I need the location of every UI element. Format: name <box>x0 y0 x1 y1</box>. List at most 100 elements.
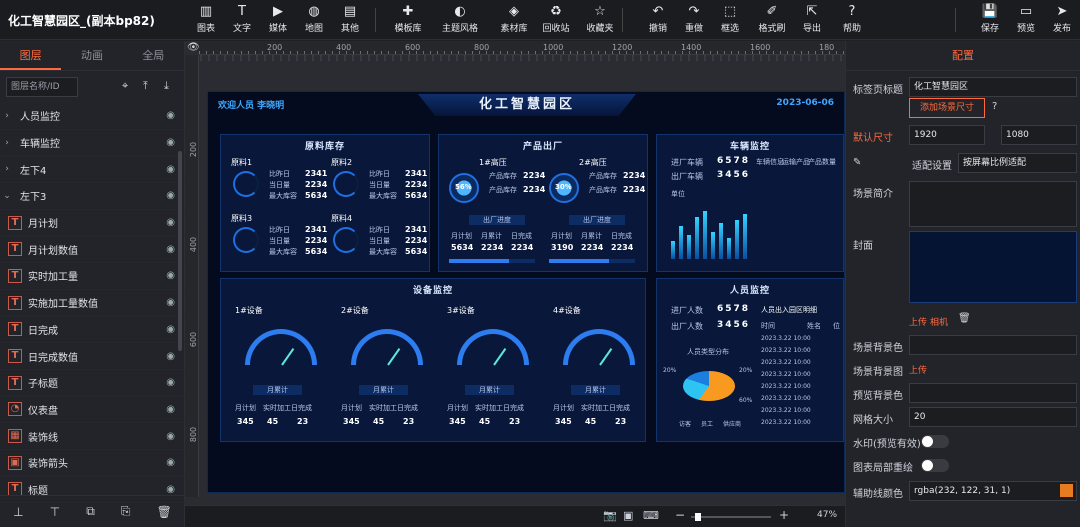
chevron-right-icon[interactable]: › <box>0 164 14 174</box>
export-button[interactable]: ⇱ 导出 <box>792 4 832 36</box>
horizontal-ruler[interactable]: 200 400 600 800 1000 1200 1400 1600 180 <box>199 41 845 55</box>
preview-bg-input[interactable] <box>909 383 1077 403</box>
partial-redraw-toggle[interactable] <box>921 459 949 472</box>
tab-layers[interactable]: 图层 <box>0 41 62 70</box>
theme-button[interactable]: ◐ 主题风格 <box>440 4 480 36</box>
zoom-slider[interactable] <box>691 513 771 521</box>
top-align-icon[interactable]: ⊥ <box>13 505 23 519</box>
layer-item[interactable]: T 日完成 ◉ <box>0 317 185 344</box>
select-button[interactable]: ⬚ 框选 <box>710 4 750 36</box>
output-panel[interactable]: 产品出厂 1#高压 56% 产品库存 2234 产品库存 2234 出厂进度 月计划 5634 月… <box>438 134 648 272</box>
canvas-area[interactable]: 200 400 600 800 1000 1200 1400 1600 180 200 400 60… <box>185 41 845 527</box>
map-button[interactable]: ◍ 地图 <box>294 4 334 36</box>
dashboard-screen[interactable]: 欢迎人员 李晓明 化工智慧园区 2023-06-06 原料库存 原料1 比昨日 23… <box>207 91 845 493</box>
upload-link[interactable]: 上传 <box>909 315 927 328</box>
eye-icon[interactable]: ◉ <box>166 164 175 175</box>
copy-icon[interactable]: ⎘ <box>121 504 131 519</box>
undo-button[interactable]: ↶ 撤销 <box>638 4 678 36</box>
zoom-in-icon[interactable]: + <box>779 508 789 522</box>
publish-button[interactable]: ➤ 发布 <box>1042 4 1080 36</box>
camera-icon[interactable]: 📷 <box>603 509 617 522</box>
layer-scrollbar[interactable] <box>178 151 182 351</box>
guide-color-swatch[interactable] <box>1060 484 1073 497</box>
group-icon[interactable]: ⧉ <box>86 504 95 519</box>
zoom-out-icon[interactable]: − <box>675 508 685 522</box>
chevron-right-icon[interactable]: › <box>0 138 14 148</box>
add-size-button[interactable]: 添加场景尺寸 <box>909 98 985 118</box>
eye-icon[interactable]: ◉ <box>166 244 175 255</box>
layer-item[interactable]: › 人员监控 ◉ <box>0 103 185 130</box>
bg-image-upload[interactable]: 上传 <box>909 363 927 376</box>
tab-global[interactable]: 全局 <box>123 41 184 70</box>
layer-item[interactable]: ⌄ 左下3 ◉ <box>0 183 185 210</box>
eye-icon[interactable]: ◉ <box>166 404 175 415</box>
bg-color-input[interactable] <box>909 335 1077 355</box>
layer-search-input[interactable]: 图层名称/ID <box>6 77 78 97</box>
eye-toggle-icon[interactable]: 👁 <box>187 42 200 53</box>
delete-icon[interactable]: 🗑 <box>157 505 172 519</box>
chevron-down-icon[interactable]: ⌄ <box>0 191 14 201</box>
chevron-right-icon[interactable]: › <box>0 111 14 121</box>
eye-icon[interactable]: ◉ <box>166 270 175 281</box>
tab-animation[interactable]: 动画 <box>61 41 122 70</box>
recycle-button[interactable]: ♻ 回收站 <box>536 4 576 36</box>
layer-item[interactable]: ▦ 装饰线 ◉ <box>0 423 185 450</box>
tab-title-input[interactable]: 化工智慧园区 <box>909 77 1077 97</box>
redo-button[interactable]: ↷ 重做 <box>674 4 714 36</box>
layer-item[interactable]: ▣ 装饰箭头 ◉ <box>0 450 185 477</box>
eye-icon[interactable]: ◉ <box>166 190 175 201</box>
device-panel[interactable]: 设备监控 1#设备 月累计 月计划 实时加工 日完成 345 45 23 2#设备 月累计 月计划实… <box>220 278 646 442</box>
grid-input[interactable]: 20 <box>909 407 1077 427</box>
stock-panel[interactable]: 原料库存 原料1 比昨日 2341 当日量 2234 最大库容 5634 原料2 比昨日 2341… <box>220 134 430 272</box>
favorite-button[interactable]: ☆ 收藏夹 <box>580 4 620 36</box>
media-button[interactable]: ▶ 媒体 <box>258 4 298 36</box>
watermark-toggle[interactable] <box>921 435 949 448</box>
eye-icon[interactable]: ◉ <box>166 137 175 148</box>
eye-icon[interactable]: ◉ <box>166 324 175 335</box>
layer-item[interactable]: T 子标题 ◉ <box>0 370 185 397</box>
material-button[interactable]: ◈ 素材库 <box>494 4 534 36</box>
text-button[interactable]: T 文字 <box>222 4 262 36</box>
format-brush-button[interactable]: ✐ 格式刷 <box>752 4 792 36</box>
keyboard-icon[interactable]: ⌨ <box>643 509 659 522</box>
width-input[interactable]: 1920 <box>909 125 985 145</box>
cover-thumbnail[interactable] <box>909 231 1077 303</box>
camera-link[interactable]: 相机 <box>930 315 948 328</box>
intro-textarea[interactable] <box>909 181 1077 227</box>
vertical-ruler[interactable]: 200 400 600 800 <box>185 55 199 497</box>
other-button[interactable]: ▤ 其他 <box>330 4 370 36</box>
eye-icon[interactable]: ◉ <box>166 217 175 228</box>
layer-item[interactable]: › 左下4 ◉ <box>0 156 185 184</box>
layer-item[interactable]: T 月计划 ◉ <box>0 210 185 237</box>
template-button[interactable]: ✚ 模板库 <box>388 4 428 36</box>
chart-button[interactable]: ▥ 图表 <box>186 4 226 36</box>
save-button[interactable]: 💾 保存 <box>970 4 1010 36</box>
bottom-align-icon[interactable]: ⊤ <box>50 505 60 519</box>
eye-icon[interactable]: ◉ <box>166 484 175 495</box>
preview-button[interactable]: ▭ 预览 <box>1006 4 1046 36</box>
guide-color-input[interactable]: rgba(232, 122, 31, 1) <box>909 481 1077 501</box>
help-button[interactable]: ? 帮助 <box>832 4 872 36</box>
move-up-icon[interactable]: ⤒ <box>143 79 148 93</box>
layer-item[interactable]: ◔ 仪表盘 ◉ <box>0 397 185 424</box>
save-snapshot-icon[interactable]: ▣ <box>623 509 633 522</box>
locate-icon[interactable]: ⌖ <box>122 79 128 93</box>
people-panel[interactable]: 人员监控 进厂人数 6578 出厂人数 3456 人员出入园区明细 时间 姓名 … <box>656 278 844 442</box>
eye-icon[interactable]: ◉ <box>166 110 175 121</box>
height-input[interactable]: 1080 <box>1001 125 1077 145</box>
layer-item[interactable]: T 实施加工量数值 ◉ <box>0 290 185 317</box>
edit-icon[interactable]: ✎ <box>853 157 861 168</box>
layer-item[interactable]: T 实时加工量 ◉ <box>0 263 185 290</box>
eye-icon[interactable]: ◉ <box>166 377 175 388</box>
layer-item[interactable]: T 日完成数值 ◉ <box>0 343 185 370</box>
layer-item[interactable]: T 月计划数值 ◉ <box>0 236 185 264</box>
eye-icon[interactable]: ◉ <box>166 431 175 442</box>
help-icon[interactable]: ? <box>992 101 997 112</box>
vehicle-panel[interactable]: 车辆监控 进厂车辆 6578 出厂车辆 3456 车辆信息 运输产品 产品数量 … <box>656 134 844 272</box>
layer-item[interactable]: › 车辆监控 ◉ <box>0 130 185 157</box>
zoom-handle[interactable] <box>695 513 701 521</box>
delete-cover-icon[interactable]: 🗑 <box>958 313 971 324</box>
adapt-select[interactable]: 按屏幕比例适配 <box>958 153 1077 173</box>
move-down-icon[interactable]: ⤓ <box>164 79 169 93</box>
eye-icon[interactable]: ◉ <box>166 297 175 308</box>
